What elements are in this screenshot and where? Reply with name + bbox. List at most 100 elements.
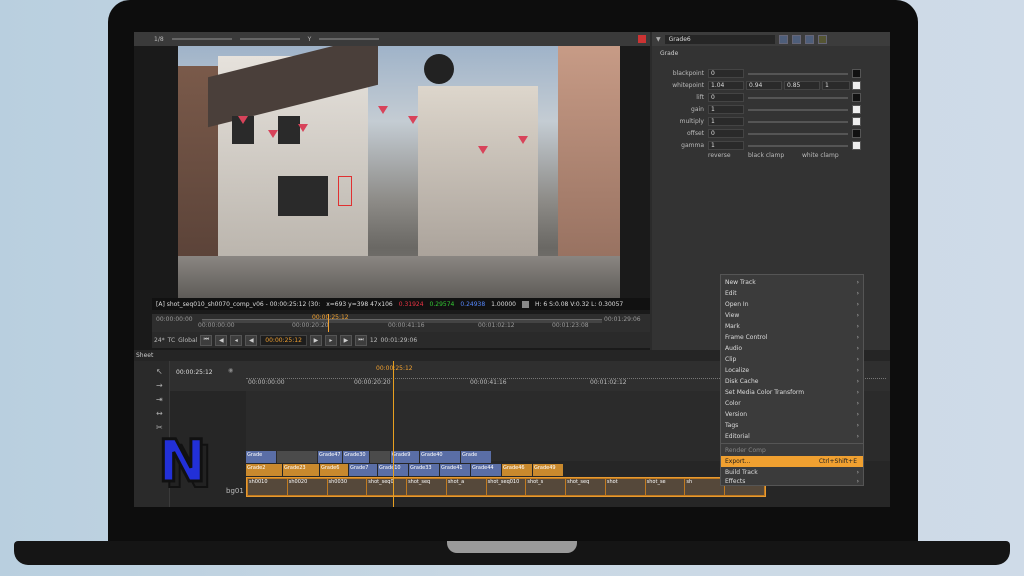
param-slider[interactable] [748,109,848,111]
menu-item-color[interactable]: Color › [721,398,863,409]
color-swatch[interactable] [852,129,861,138]
menu-item-export[interactable]: Export... Ctrl+Shift+E [721,456,863,467]
menu-item-edit[interactable]: Edit › [721,288,863,299]
video-track-bg01[interactable]: sh0010 sh0020 sh0030 shot_seq0 shot_seq … [246,477,766,497]
viewer-gamma-slider[interactable] [239,38,300,40]
timeline-playhead[interactable] [393,361,394,507]
param-slider[interactable] [748,133,848,135]
viewer-exposure-slider[interactable] [319,38,380,40]
frame-counter[interactable]: 1/8 [154,36,164,43]
step-forward-icon[interactable]: ▸ [324,334,337,346]
step-count[interactable]: 12 [370,337,378,344]
menu-item-version[interactable]: Version › [721,409,863,420]
effect-clip[interactable]: Grade47 [318,451,342,463]
menu-item-build-track[interactable]: Build Track › [721,467,863,478]
effect-clip[interactable]: Grade9 [391,451,419,463]
effect-clip[interactable]: Grade41 [440,464,470,476]
global-select[interactable]: Global [178,337,197,344]
param-slider[interactable] [748,121,848,123]
section-tab-grade[interactable]: Grade [652,46,890,61]
menu-item-media-color-transform[interactable]: Set Media Color Transform › [721,387,863,398]
param-value-a[interactable]: 1 [822,81,850,90]
step-back-icon[interactable]: ◂ [230,334,243,346]
black-clamp-checkbox[interactable]: black clamp [748,152,784,159]
viewer-playhead[interactable] [328,314,329,332]
color-swatch[interactable] [852,141,861,150]
effect-clip[interactable]: Grade49 [533,464,563,476]
slip-tool-icon[interactable]: ↔ [156,409,166,419]
viewer-image[interactable] [178,46,620,298]
node-color-icon[interactable] [778,34,788,44]
param-value[interactable]: 0 [708,93,744,102]
effect-clip[interactable]: Grade [461,451,491,463]
shot-clip[interactable]: shot_s [526,479,566,495]
node-close-icon[interactable] [817,34,827,44]
color-swatch[interactable] [852,93,861,102]
zoom-select[interactable]: 24* [154,337,165,344]
timecode-field[interactable]: 00:00:25:12 [260,334,307,346]
play-icon[interactable]: ▶ [309,334,322,346]
shot-clip[interactable]: sh0020 [287,479,327,495]
menu-item-new-track[interactable]: New Track › [721,277,863,288]
shot-clip[interactable]: shot_a [446,479,486,495]
effect-clip[interactable]: Grade33 [409,464,439,476]
shot-clip[interactable]: shot_seq010 [486,479,526,495]
shot-clip[interactable]: sh0030 [327,479,367,495]
shot-clip[interactable]: shot_seq [566,479,605,495]
param-slider[interactable] [748,145,848,147]
node-name-field[interactable]: Grade6 [664,34,775,44]
effect-clip[interactable]: Grade44 [471,464,501,476]
menu-item-open-in[interactable]: Open In › [721,299,863,310]
white-clamp-checkbox[interactable]: white clamp [802,152,839,159]
timeline-settings-icon[interactable]: ◉ [228,367,233,374]
param-slider[interactable] [748,97,848,99]
select-tool-icon[interactable]: ↖ [156,367,166,377]
menu-item-effects[interactable]: Effects › [721,478,863,486]
go-end-icon[interactable]: ⏭ [354,334,367,346]
node-float-icon[interactable] [804,34,814,44]
play-back-icon[interactable]: ◀ [245,334,258,346]
effect-clip[interactable]: Grade2 [246,464,282,476]
menu-item-clip[interactable]: Clip › [721,354,863,365]
effect-clip[interactable]: Grade40 [420,451,460,463]
param-value-b[interactable]: 0.85 [784,81,820,90]
reverse-checkbox[interactable]: reverse [708,152,731,159]
color-swatch[interactable] [852,117,861,126]
tc-select[interactable]: TC [168,337,176,344]
menu-item-frame-control[interactable]: Frame Control › [721,332,863,343]
effect-clip[interactable]: Grade46 [502,464,532,476]
node-settings-icon[interactable] [791,34,801,44]
param-value[interactable]: 0 [708,69,744,78]
effect-clip[interactable]: Grade23 [283,464,319,476]
color-swatch[interactable] [852,81,861,90]
color-swatch[interactable] [852,69,861,78]
shot-clip[interactable]: shot [605,479,645,495]
menu-item-view[interactable]: View › [721,310,863,321]
param-value-r[interactable]: 1.04 [708,81,744,90]
menu-item-mark[interactable]: Mark › [721,321,863,332]
go-start-icon[interactable]: ⏮ [200,334,213,346]
menu-item-disk-cache[interactable]: Disk Cache › [721,376,863,387]
shot-clip[interactable]: shot_seq0 [367,479,407,495]
viewer-gain-slider[interactable] [171,38,232,40]
move-tool-icon[interactable]: → [156,381,166,391]
shot-clip[interactable]: shot_se [645,479,685,495]
shot-clip[interactable]: sh0010 [248,479,287,495]
menu-item-localize[interactable]: Localize › [721,365,863,376]
channel-select[interactable]: Y [308,36,312,43]
menu-item-editorial[interactable]: Editorial › [721,431,863,442]
param-value[interactable]: 0 [708,129,744,138]
param-value[interactable]: 1 [708,105,744,114]
shot-clip[interactable]: sh [685,479,725,495]
sheet-timecode[interactable]: 00:00:25:12 [176,369,213,376]
param-slider[interactable] [748,73,848,75]
effect-clip[interactable]: Grade30 [343,451,369,463]
param-value[interactable]: 1 [708,117,744,126]
menu-item-tags[interactable]: Tags › [721,420,863,431]
track-name[interactable]: bg01 [226,487,244,495]
viewer-close-icon[interactable] [638,35,646,43]
prev-edit-icon[interactable]: ◀ [215,334,228,346]
effect-clip[interactable]: Grade [246,451,276,463]
effect-clip[interactable]: Grade6 [320,464,348,476]
sample-region-box[interactable] [338,176,352,206]
